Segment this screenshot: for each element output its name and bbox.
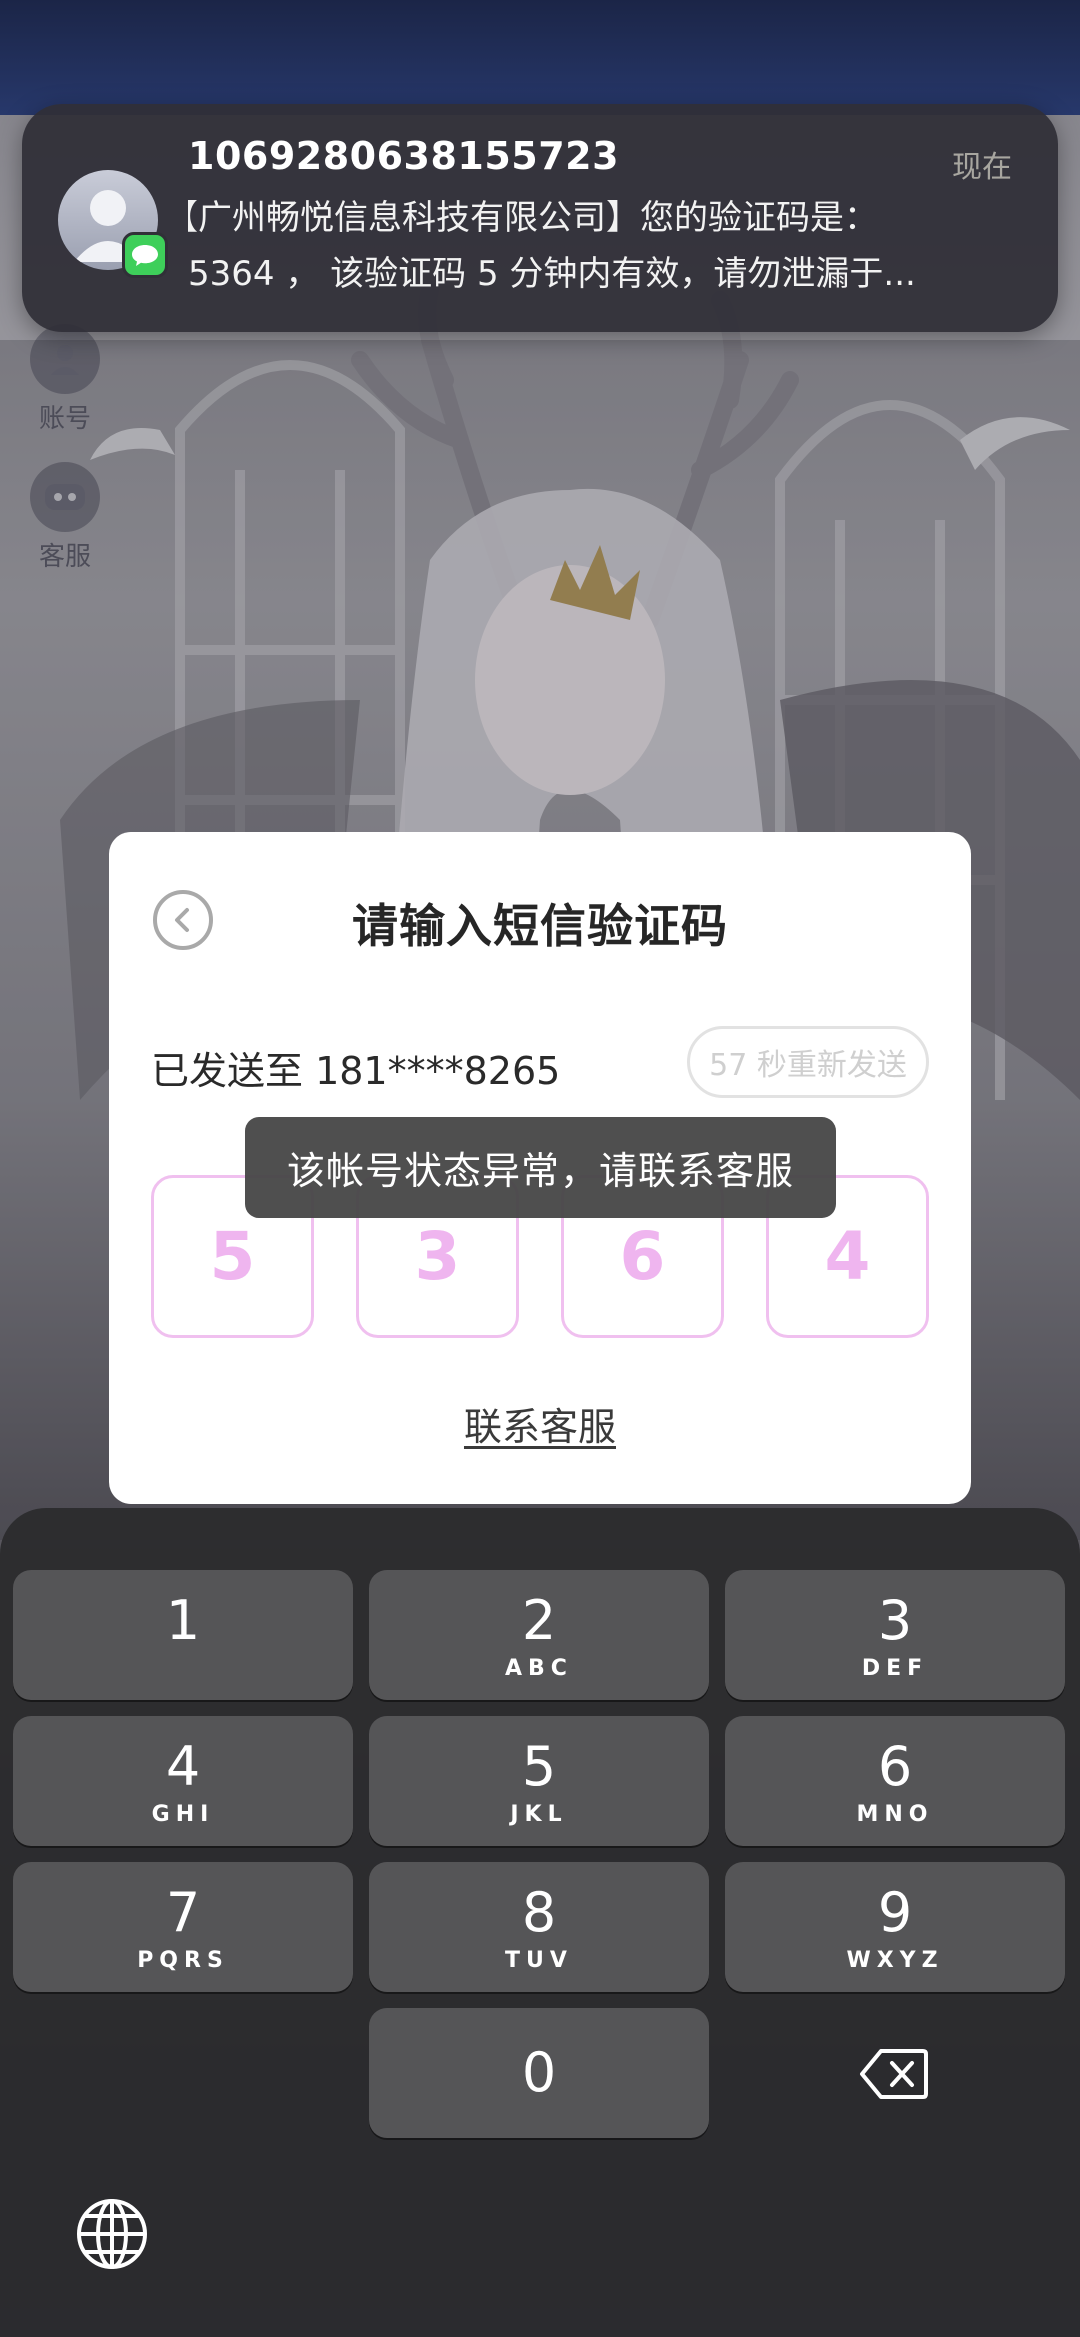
key-letters: JKL: [510, 1802, 568, 1827]
delete-key[interactable]: [846, 2040, 942, 2108]
notification-time: 现在: [952, 150, 1012, 185]
error-toast: 该帐号状态异常，请联系客服: [245, 1117, 836, 1218]
key-digit: 2: [521, 1589, 557, 1652]
key-letters: PQRS: [137, 1948, 229, 1973]
key-0[interactable]: 0: [369, 2008, 709, 2138]
globe-icon[interactable]: [74, 2196, 150, 2272]
resend-button[interactable]: 57 秒重新发送: [687, 1026, 929, 1098]
key-letters: ABC: [505, 1656, 573, 1681]
notification-body: 【广州畅悦信息科技有限公司】您的验证码是： 5364 ， 该验证码 5 分钟内有…: [188, 190, 1018, 306]
messages-app-icon: [122, 232, 168, 278]
key-letters: DEF: [861, 1656, 929, 1681]
key-digit: 0: [521, 2041, 557, 2104]
key-digit: 9: [877, 1881, 913, 1944]
key-letters: GHI: [151, 1802, 215, 1827]
key-digit: 4: [165, 1735, 201, 1798]
key-digit: 6: [877, 1735, 913, 1798]
numeric-keypad: 1 2 ABC 3 DEF 4 GHI 5 JKL 6 MNO 7 PQRS 8…: [0, 1508, 1080, 2337]
key-4[interactable]: 4 GHI: [13, 1716, 353, 1846]
notification-line-2: 5364 ， 该验证码 5 分钟内有效，请勿泄漏于...: [188, 254, 916, 294]
sms-notification[interactable]: 1069280638155723 现在 【广州畅悦信息科技有限公司】您的验证码是…: [22, 104, 1058, 332]
key-7[interactable]: 7 PQRS: [13, 1862, 353, 1992]
key-5[interactable]: 5 JKL: [369, 1716, 709, 1846]
contact-support-link[interactable]: 联系客服: [109, 1396, 971, 1451]
key-2[interactable]: 2 ABC: [369, 1570, 709, 1700]
key-letters: TUV: [505, 1948, 573, 1973]
key-9[interactable]: 9 WXYZ: [725, 1862, 1065, 1992]
key-digit: 1: [165, 1589, 201, 1652]
key-6[interactable]: 6 MNO: [725, 1716, 1065, 1846]
key-digit: 5: [521, 1735, 557, 1798]
backspace-icon: [860, 2049, 928, 2099]
key-8[interactable]: 8 TUV: [369, 1862, 709, 1992]
key-digit: 8: [521, 1881, 557, 1944]
key-digit: 7: [165, 1881, 201, 1944]
key-1[interactable]: 1: [13, 1570, 353, 1700]
dialog-title: 请输入短信验证码: [352, 899, 728, 953]
key-letters: WXYZ: [846, 1948, 944, 1973]
key-3[interactable]: 3 DEF: [725, 1570, 1065, 1700]
sent-to-text: 已发送至 181****8265: [151, 1049, 561, 1093]
notification-line-1: 【广州畅悦信息科技有限公司】您的验证码是：: [188, 198, 878, 238]
key-digit: 3: [877, 1589, 913, 1652]
notification-sender: 1069280638155723: [188, 134, 620, 178]
key-letters: MNO: [856, 1802, 934, 1827]
